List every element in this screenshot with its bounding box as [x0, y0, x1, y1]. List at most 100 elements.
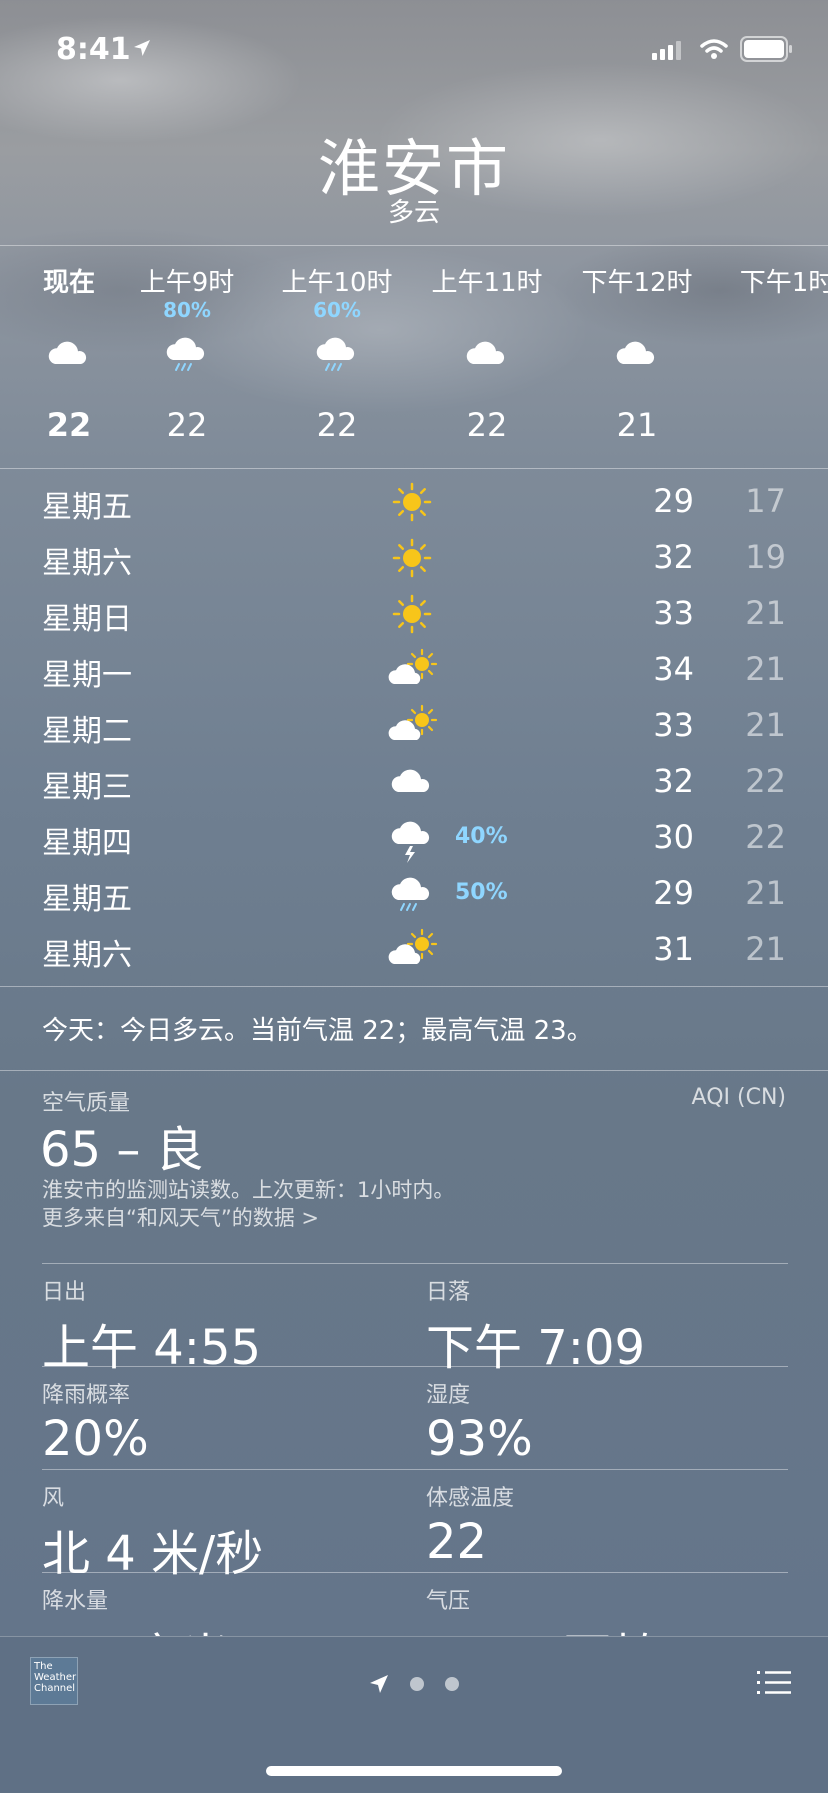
divider: [42, 1263, 788, 1264]
battery-icon: [740, 36, 792, 62]
high-temp: 33: [653, 594, 694, 632]
detail-precipitation: 降水量 2.3 毫米: [42, 1583, 412, 1636]
divider: [0, 1070, 828, 1071]
day-row: 星期五 50% 29 21: [0, 866, 828, 922]
low-temp: 19: [745, 538, 786, 576]
day-name: 星期六: [42, 938, 132, 973]
detail-key: 降雨概率: [42, 1383, 131, 1408]
cloud-rain-icon: [316, 337, 355, 371]
location-arrow-icon: [134, 40, 150, 56]
sun-icon: [392, 482, 432, 522]
high-temp: 29: [653, 874, 694, 912]
detail-key: 降水量: [42, 1589, 109, 1614]
hour-item: 下午12时 21: [562, 262, 712, 444]
day-row: 星期五 29 17: [0, 474, 828, 530]
detail-value: 2.3 毫米: [42, 1617, 412, 1636]
day-name: 星期四: [42, 826, 132, 861]
cloud-icon: [466, 341, 505, 364]
detail-value: 22: [426, 1514, 488, 1570]
thunder-icon: [391, 821, 430, 863]
high-temp: 33: [653, 706, 694, 744]
detail-value: 93%: [426, 1411, 533, 1467]
cloud-rain-icon: [391, 877, 430, 911]
precip-chance: 50%: [455, 880, 508, 905]
high-temp: 31: [653, 930, 694, 968]
detail-sunrise: 日出 上午 4:55: [42, 1274, 412, 1378]
sun-icon: [392, 538, 432, 578]
day-name: 星期三: [42, 770, 132, 805]
high-temp: 30: [653, 818, 694, 856]
detail-sunset: 日落 下午 7:09: [426, 1274, 796, 1378]
day-name: 星期日: [42, 602, 132, 637]
high-temp: 32: [653, 762, 694, 800]
detail-value: 1005 百帕: [426, 1617, 796, 1636]
hour-item: 上午10时 60% 22: [262, 262, 412, 444]
location-arrow-icon[interactable]: [368, 1673, 390, 1695]
low-temp: 21: [745, 874, 786, 912]
partly-cloudy-icon: [388, 928, 438, 964]
cloud-icon: [48, 341, 87, 364]
detail-value: 20%: [42, 1411, 149, 1467]
detail-key: 气压: [426, 1589, 471, 1614]
divider: [42, 1469, 788, 1470]
day-row: 星期六 32 19: [0, 530, 828, 586]
detail-wind: 风 北 4 米/秒: [42, 1480, 412, 1584]
hour-temp: 22: [316, 406, 358, 444]
cloud-rain-icon: [166, 337, 205, 371]
hour-item: 下午1时 22: [712, 262, 828, 299]
hour-item: 上午11时 22: [412, 262, 562, 444]
detail-value: 下午 7:09: [426, 1320, 646, 1376]
status-bar: 8:41: [0, 0, 828, 96]
partly-cloudy-icon: [388, 704, 438, 740]
detail-key: 湿度: [426, 1383, 471, 1408]
detail-pressure: 气压 1005 百帕: [426, 1583, 796, 1636]
detail-rain-chance: 降雨概率 20%: [42, 1377, 412, 1467]
hour-label: 上午10时: [281, 268, 393, 298]
divider: [0, 468, 828, 469]
day-row: 星期日 33 21: [0, 586, 828, 642]
day-row: 星期四 40% 30 22: [0, 810, 828, 866]
precip-chance: 40%: [455, 824, 508, 849]
list-icon[interactable]: [757, 1669, 793, 1697]
day-row: 星期三 32 22: [0, 754, 828, 810]
detail-feels-like: 体感温度 22: [426, 1480, 796, 1570]
page-dot[interactable]: [410, 1677, 424, 1691]
day-name: 星期二: [42, 714, 132, 749]
current-condition: 多云: [387, 198, 440, 228]
day-name: 星期六: [42, 546, 132, 581]
day-row: 星期六 31 21: [0, 922, 828, 978]
divider: [42, 1366, 788, 1367]
hour-temp: 21: [616, 406, 658, 444]
day-name: 星期五: [42, 490, 132, 525]
sun-icon: [392, 594, 432, 634]
cloud-icon: [616, 341, 655, 364]
low-temp: 22: [745, 818, 786, 856]
hour-item: 上午9时 80% 22: [112, 262, 262, 444]
high-temp: 34: [653, 650, 694, 688]
cloud-icon: [391, 769, 430, 792]
signal-icon: [652, 41, 681, 60]
weather-channel-logo[interactable]: The Weather Channel: [30, 1657, 78, 1705]
page-dot[interactable]: [445, 1677, 459, 1691]
detail-value: 上午 4:55: [42, 1320, 262, 1376]
divider: [42, 1572, 788, 1573]
low-temp: 21: [745, 706, 786, 744]
detail-key: 风: [42, 1486, 65, 1511]
precip-chance: 80%: [163, 298, 211, 322]
hour-label: 上午11时: [431, 268, 543, 298]
day-row: 星期一 34 21: [0, 642, 828, 698]
detail-humidity: 湿度 93%: [426, 1377, 796, 1467]
detail-key: 体感温度: [426, 1486, 515, 1511]
divider: [0, 245, 828, 246]
hour-temp: 22: [466, 406, 508, 444]
detail-value: 北 4 米/秒: [42, 1526, 264, 1582]
home-indicator[interactable]: [266, 1766, 562, 1776]
low-temp: 21: [745, 930, 786, 968]
high-temp: 32: [653, 538, 694, 576]
wifi-icon: [700, 39, 728, 59]
low-temp: 22: [745, 762, 786, 800]
status-time: 8:41: [56, 32, 131, 67]
high-temp: 29: [653, 482, 694, 520]
detail-key: 日落: [426, 1280, 471, 1305]
details-section: 日出 上午 4:55 日落 下午 7:09 降雨概率 20% 湿度 93% 风 …: [0, 1096, 828, 1636]
